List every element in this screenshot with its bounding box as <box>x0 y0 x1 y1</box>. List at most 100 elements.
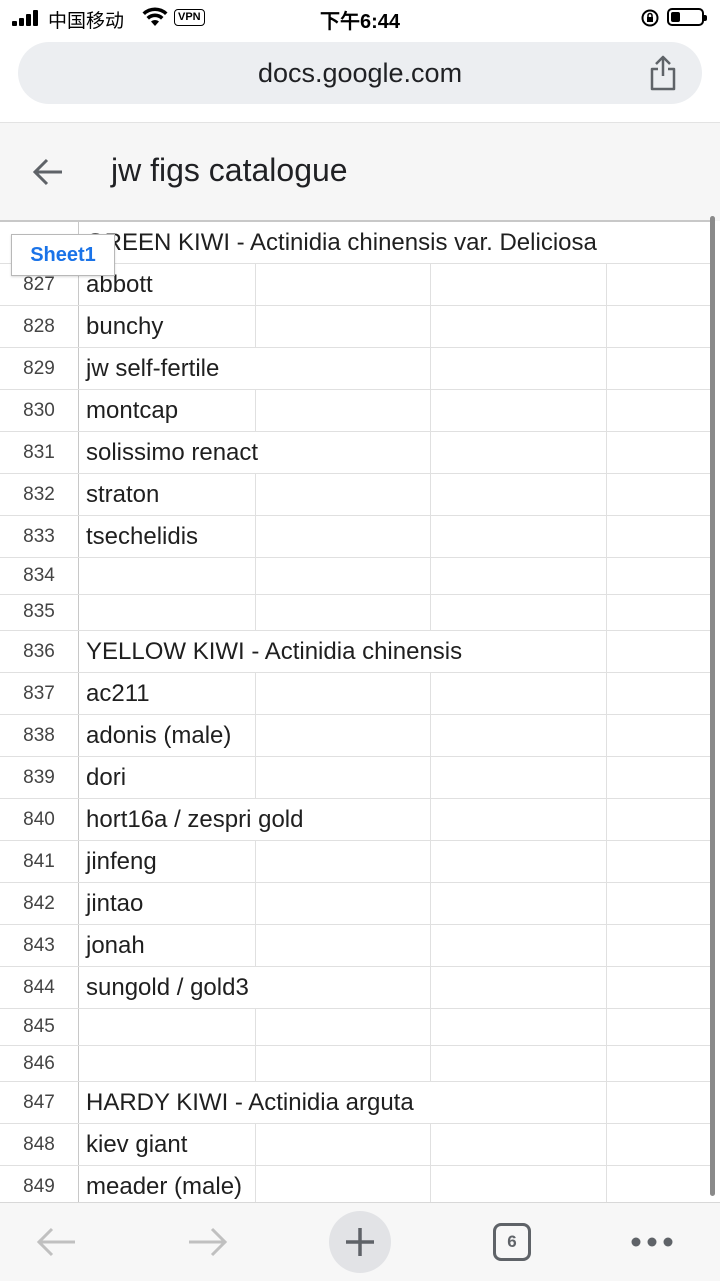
table-row[interactable]: 839 dori <box>0 757 712 800</box>
cell[interactable]: ac211 <box>86 673 150 714</box>
cell-border <box>430 1009 431 1045</box>
row-number[interactable]: 833 <box>0 516 79 557</box>
table-row[interactable]: 829 jw self-fertile <box>0 348 712 390</box>
cell-border <box>430 715 431 757</box>
cell-border <box>430 558 431 594</box>
plus-icon[interactable] <box>344 1226 376 1258</box>
cell-border <box>430 1124 431 1166</box>
address-bar[interactable]: docs.google.com <box>18 42 702 104</box>
table-row[interactable]: 831 solissimo renact <box>0 432 712 474</box>
row-number[interactable]: 842 <box>0 883 79 925</box>
section-header-row[interactable]: 836 YELLOW KIWI - Actinidia chinensis <box>0 631 712 674</box>
forward-icon[interactable] <box>187 1227 229 1257</box>
row-number[interactable]: 848 <box>0 1124 79 1166</box>
table-row[interactable]: 849 meader (male) <box>0 1166 712 1204</box>
table-row[interactable]: 838 adonis (male) <box>0 715 712 758</box>
row-number[interactable]: 830 <box>0 390 79 431</box>
row-number[interactable]: 837 <box>0 673 79 715</box>
row-number[interactable]: 838 <box>0 715 79 757</box>
row-number[interactable]: 828 <box>0 306 79 347</box>
table-row[interactable]: 845 <box>0 1009 712 1046</box>
more-icon[interactable] <box>631 1237 673 1247</box>
section-header-row[interactable]: 847 HARDY KIWI - Actinidia arguta <box>0 1082 712 1125</box>
cell[interactable]: jintao <box>86 883 143 924</box>
row-number[interactable]: 843 <box>0 925 79 967</box>
section-header-cell[interactable]: GREEN KIWI - Actinidia chinensis var. De… <box>86 222 597 263</box>
cell-border <box>430 390 431 431</box>
table-row[interactable]: 843 jonah <box>0 925 712 968</box>
table-row[interactable]: 833 tsechelidis <box>0 516 712 558</box>
spreadsheet-grid[interactable]: Sheet1 GREEN KIWI - Actinidia chinensis … <box>0 220 712 1204</box>
row-number[interactable]: 845 <box>0 1009 79 1045</box>
cell-border <box>606 432 607 473</box>
battery-icon <box>667 8 707 26</box>
cell[interactable]: kiev giant <box>86 1124 187 1165</box>
row-number[interactable]: 829 <box>0 348 79 389</box>
cell[interactable]: jonah <box>86 925 145 966</box>
cell[interactable]: solissimo renact <box>86 432 258 473</box>
cell-border <box>255 390 256 431</box>
table-row[interactable]: 842 jintao <box>0 883 712 926</box>
cell-border <box>255 883 256 925</box>
cell[interactable]: meader (male) <box>86 1166 242 1204</box>
row-number[interactable]: 849 <box>0 1166 79 1204</box>
sheet-tab[interactable]: Sheet1 <box>11 234 115 276</box>
new-tab-button[interactable] <box>328 1203 392 1281</box>
cell-border <box>606 1166 607 1204</box>
row-number[interactable]: 840 <box>0 799 79 841</box>
cell[interactable]: montcap <box>86 390 178 431</box>
table-row[interactable]: 841 jinfeng <box>0 841 712 884</box>
status-time: 下午6:44 <box>319 11 401 33</box>
share-icon[interactable] <box>648 54 678 92</box>
back-button[interactable] <box>26 1203 86 1281</box>
cell-border <box>430 673 431 715</box>
cell-border <box>606 631 607 673</box>
row-number[interactable]: 832 <box>0 474 79 515</box>
section-header-cell[interactable]: YELLOW KIWI - Actinidia chinensis <box>86 631 462 672</box>
row-number[interactable]: 836 <box>0 631 79 673</box>
table-row[interactable]: 832 straton <box>0 474 712 516</box>
row-number[interactable]: 831 <box>0 432 79 473</box>
row-number[interactable]: 846 <box>0 1045 79 1082</box>
table-row[interactable]: 835 <box>0 594 712 632</box>
cell-border <box>606 348 607 389</box>
cell[interactable]: bunchy <box>86 306 163 347</box>
table-row[interactable]: 846 <box>0 1045 712 1083</box>
cell[interactable]: adonis (male) <box>86 715 231 756</box>
cell[interactable]: hort16a / zespri gold <box>86 799 303 840</box>
cell[interactable]: jw self-fertile <box>86 348 219 389</box>
table-row[interactable]: 848 kiev giant <box>0 1124 712 1167</box>
tab-switcher-button[interactable]: 6 <box>488 1203 536 1281</box>
table-row[interactable]: 834 <box>0 558 712 595</box>
row-number[interactable]: 841 <box>0 841 79 883</box>
cell[interactable]: sungold / gold3 <box>86 967 249 1008</box>
url-text[interactable]: docs.google.com <box>18 58 702 89</box>
back-arrow-icon[interactable] <box>32 157 64 187</box>
back-icon[interactable] <box>35 1227 77 1257</box>
tab-count[interactable]: 6 <box>493 1223 531 1261</box>
more-menu-button[interactable] <box>626 1203 678 1281</box>
row-number[interactable]: 847 <box>0 1082 79 1124</box>
cell-border <box>606 673 607 715</box>
section-header-cell[interactable]: HARDY KIWI - Actinidia arguta <box>86 1082 414 1123</box>
table-row[interactable]: 844 sungold / gold3 <box>0 967 712 1010</box>
cell[interactable]: straton <box>86 474 159 515</box>
row-number[interactable]: 835 <box>0 594 79 631</box>
table-row[interactable]: 828 bunchy <box>0 306 712 348</box>
forward-button[interactable] <box>178 1203 238 1281</box>
row-number[interactable]: 839 <box>0 757 79 799</box>
cell-border <box>255 841 256 883</box>
row-number[interactable]: 844 <box>0 967 79 1009</box>
cell-border <box>606 390 607 431</box>
cell-border <box>606 558 607 594</box>
table-row[interactable]: 837 ac211 <box>0 673 712 716</box>
cell[interactable]: jinfeng <box>86 841 157 882</box>
scrollbar[interactable] <box>710 216 715 1196</box>
browser-url-area: docs.google.com <box>0 36 720 122</box>
cell[interactable]: dori <box>86 757 126 798</box>
table-row[interactable]: 830 montcap <box>0 390 712 432</box>
document-header: jw figs catalogue <box>0 122 720 221</box>
cell[interactable]: tsechelidis <box>86 516 198 557</box>
row-number[interactable]: 834 <box>0 558 79 594</box>
table-row[interactable]: 840 hort16a / zespri gold <box>0 799 712 842</box>
